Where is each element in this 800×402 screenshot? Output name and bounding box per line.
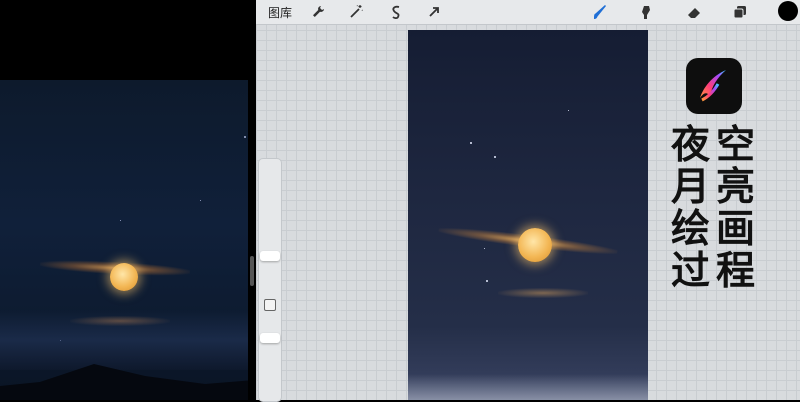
title-line: 过程 bbox=[670, 248, 761, 294]
smudge-icon[interactable] bbox=[636, 2, 656, 22]
moon bbox=[518, 228, 552, 262]
moon bbox=[110, 263, 138, 291]
selection-icon[interactable] bbox=[386, 2, 406, 22]
procreate-app: 图库 夜空 月亮 绘画 过程 bbox=[256, 0, 800, 402]
split-view-handle[interactable] bbox=[250, 256, 254, 286]
cloud-streak-lower bbox=[498, 288, 588, 298]
brush-size-slider-knob[interactable] bbox=[260, 251, 280, 261]
brush-icon[interactable] bbox=[590, 2, 610, 22]
title-line: 绘画 bbox=[670, 206, 761, 252]
modify-button[interactable] bbox=[264, 299, 276, 311]
transform-arrow-icon[interactable] bbox=[424, 2, 444, 22]
opacity-slider-knob[interactable] bbox=[260, 333, 280, 343]
sidebar-sliders bbox=[258, 158, 282, 402]
magic-wand-icon[interactable] bbox=[346, 2, 366, 22]
layers-icon[interactable] bbox=[730, 2, 750, 22]
city-lights bbox=[0, 310, 248, 370]
color-picker[interactable] bbox=[778, 1, 798, 21]
title-line: 夜空 bbox=[670, 122, 761, 168]
top-toolbar: 图库 bbox=[256, 0, 800, 25]
eraser-icon[interactable] bbox=[684, 2, 704, 22]
title-text: 夜空 月亮 绘画 过程 bbox=[666, 124, 766, 292]
reference-photo bbox=[0, 80, 248, 400]
procreate-logo-icon bbox=[686, 58, 742, 114]
gallery-button[interactable]: 图库 bbox=[268, 4, 292, 21]
drawing-canvas[interactable] bbox=[408, 30, 648, 400]
split-view-divider[interactable] bbox=[248, 0, 256, 400]
title-line: 月亮 bbox=[670, 164, 761, 210]
horizon-haze bbox=[408, 374, 648, 400]
wrench-icon[interactable] bbox=[308, 2, 328, 22]
